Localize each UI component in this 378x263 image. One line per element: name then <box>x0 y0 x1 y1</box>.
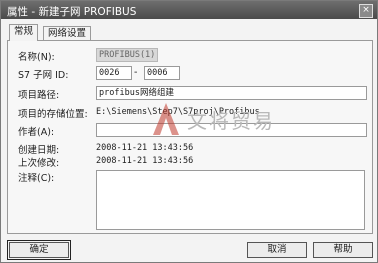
subnet-id-label: S7 子网 ID: <box>18 70 69 81</box>
author-label: 作者(A): <box>18 127 55 138</box>
created-date-label: 创建日期: <box>18 145 60 156</box>
general-tab-panel: 名称(N): PROFIBUS(1) S7 子网 ID: 0026 - 0006… <box>7 40 373 234</box>
subnet-id-field-2[interactable]: 0006 <box>144 66 180 80</box>
tab-network-settings[interactable]: 网络设置 <box>43 26 92 41</box>
created-date-value: 2008-11-21 13:43:56 <box>96 143 194 153</box>
subnet-id-separator: - <box>134 67 138 78</box>
storage-location-value: E:\Siemens\Step7\S7proj\Profibus <box>96 107 260 117</box>
last-modified-label: 上次修改: <box>18 158 60 169</box>
subnet-id-field-1[interactable]: 0026 <box>96 66 132 80</box>
name-label: 名称(N): <box>18 52 55 63</box>
window-title: 属性 - 新建子网 PROFIBUS <box>7 6 137 18</box>
author-field[interactable] <box>96 123 367 137</box>
project-path-label: 项目路径: <box>18 90 60 101</box>
close-icon[interactable]: × <box>359 4 373 18</box>
project-path-field: profibus网络组建 <box>96 86 367 100</box>
help-button[interactable]: 帮助 <box>313 242 373 258</box>
comment-textarea[interactable] <box>96 170 365 230</box>
name-field[interactable]: PROFIBUS(1) <box>96 48 158 62</box>
comment-label: 注释(C): <box>18 173 55 184</box>
storage-location-label: 项目的存储位置: <box>18 109 88 120</box>
properties-dialog: 属性 - 新建子网 PROFIBUS × 常规 网络设置 名称(N): PROF… <box>0 0 378 263</box>
tab-general[interactable]: 常规 <box>9 24 39 41</box>
cancel-button[interactable]: 取消 <box>247 242 307 258</box>
ok-button[interactable]: 确定 <box>7 240 71 260</box>
title-bar: 属性 - 新建子网 PROFIBUS × <box>1 1 377 19</box>
last-modified-value: 2008-11-21 13:43:56 <box>96 156 194 166</box>
